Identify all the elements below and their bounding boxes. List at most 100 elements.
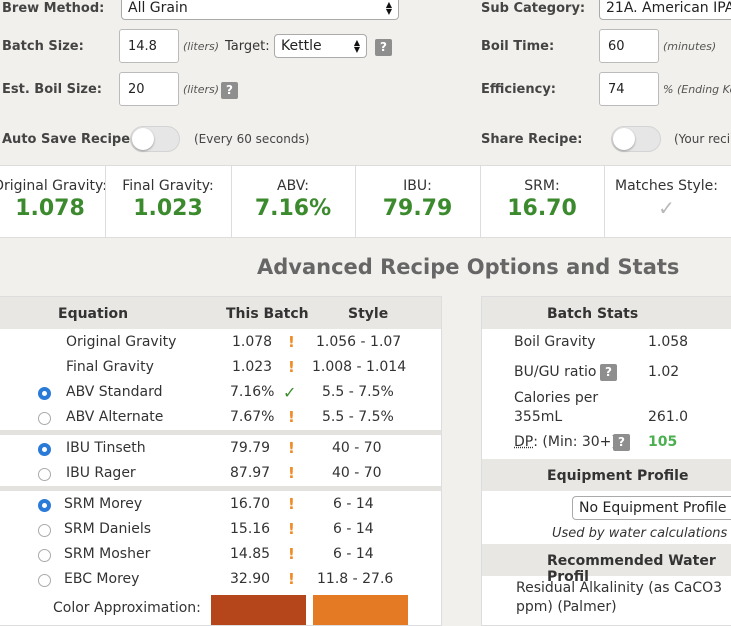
stat-ibu: IBU: 79.79: [355, 166, 480, 237]
eq-name: Final Gravity: [66, 359, 154, 375]
warning-icon: !: [288, 545, 295, 563]
auto-save-label: Auto Save Recipe:: [2, 132, 136, 147]
abv-standard-radio[interactable]: [38, 387, 51, 400]
stat-srm: SRM: 16.70: [480, 166, 604, 237]
batch-size-input[interactable]: 14.8: [119, 29, 179, 63]
eq-value: 1.023: [232, 359, 273, 375]
stat-value: 1.023: [133, 196, 203, 221]
equipment-select[interactable]: No Equipment Profile S: [572, 496, 731, 520]
sub-category-value: 21A. American IPA: [606, 0, 731, 16]
ibu-rager-radio[interactable]: [38, 468, 51, 481]
stat-label: Original Gravity:: [0, 178, 108, 194]
eq-name: EBC Morey: [64, 571, 140, 587]
stat-label: Final Gravity:: [122, 178, 214, 194]
stat-value: 1.078: [15, 196, 85, 221]
est-boil-unit: (liters): [183, 83, 220, 96]
bugu-help-icon[interactable]: ?: [600, 364, 617, 381]
eq-value: 14.85: [230, 546, 271, 562]
equation-panel: Equation This Batch Style Original Gravi…: [0, 296, 442, 626]
auto-save-toggle[interactable]: [130, 126, 180, 152]
warning-icon: !: [288, 464, 295, 482]
warning-icon: !: [288, 358, 295, 376]
eq-style: 6 - 14: [333, 546, 374, 562]
warning-icon: !: [288, 408, 295, 426]
sub-category-select[interactable]: 21A. American IPA: [599, 0, 731, 20]
residual-alkalinity-line1: Residual Alkalinity (as CaCO3: [516, 580, 723, 596]
share-toggle[interactable]: [611, 126, 661, 152]
batch-stats-title: Batch Stats: [547, 306, 639, 322]
dp-label-rest: : (Min: 30+): [533, 434, 617, 450]
boil-time-unit: (minutes): [663, 40, 717, 53]
eq-name: Original Gravity: [66, 334, 177, 350]
col-this-batch: This Batch: [226, 306, 309, 322]
check-icon: ✓: [658, 196, 675, 220]
water-header: Recommended Water Profil: [482, 544, 731, 585]
eq-name: SRM Mosher: [64, 546, 151, 562]
equation-table-header: Equation This Batch Style: [0, 297, 441, 329]
eq-name: SRM Daniels: [64, 521, 152, 537]
boil-time-input[interactable]: 60: [599, 29, 659, 63]
brew-method-value: All Grain: [128, 0, 188, 16]
check-icon: ✓: [283, 383, 297, 402]
stat-final-gravity: Final Gravity: 1.023: [105, 166, 231, 237]
srm-morey-radio[interactable]: [38, 499, 51, 512]
warning-icon: !: [288, 439, 295, 457]
target-help-icon[interactable]: ?: [375, 39, 392, 56]
warning-icon: !: [288, 520, 295, 538]
share-note: (Your recip: [674, 132, 731, 146]
eq-value: 32.90: [230, 571, 271, 587]
eq-style: 5.5 - 7.5%: [322, 409, 394, 425]
dp-value: 105: [648, 434, 678, 450]
ebc-morey-radio[interactable]: [38, 574, 51, 587]
brew-method-select[interactable]: All Grain ▲ ▼: [121, 0, 399, 20]
sub-category-label: Sub Category:: [481, 1, 586, 16]
stat-label: Matches Style:: [615, 178, 718, 194]
boil-gravity-label: Boil Gravity: [514, 334, 596, 350]
stat-value: 16.70: [507, 196, 577, 221]
auto-save-note: (Every 60 seconds): [194, 132, 310, 146]
equipment-select-value: No Equipment Profile S: [579, 500, 731, 516]
dp-help-icon[interactable]: ?: [613, 434, 630, 451]
eq-style: 5.5 - 7.5%: [322, 384, 394, 400]
target-label: Target:: [225, 39, 270, 54]
eq-style: 11.8 - 27.6: [317, 571, 394, 587]
batch-stats-header: Batch Stats: [482, 297, 731, 329]
target-value: Kettle: [281, 38, 322, 54]
style-color-swatch: [313, 595, 408, 625]
share-label: Share Recipe:: [481, 132, 583, 147]
est-boil-input[interactable]: 20: [119, 72, 179, 106]
eq-style: 1.056 - 1.07: [316, 334, 402, 350]
efficiency-unit: % (Ending Ke: [663, 83, 731, 96]
batch-size-label: Batch Size:: [2, 39, 84, 54]
equipment-title: Equipment Profile: [547, 468, 689, 484]
est-boil-label: Est. Boil Size:: [2, 82, 102, 97]
brew-method-label: Brew Method:: [2, 1, 105, 16]
srm-daniels-radio[interactable]: [38, 524, 51, 537]
stats-bar: Original Gravity: 1.078 Final Gravity: 1…: [0, 165, 731, 238]
select-arrows-icon: ▲ ▼: [385, 0, 392, 16]
target-select[interactable]: Kettle ▲ ▼: [274, 34, 367, 58]
efficiency-input[interactable]: 74: [599, 72, 659, 106]
calories-label-line1: Calories per: [514, 390, 599, 406]
eq-style: 6 - 14: [333, 521, 374, 537]
eq-name: IBU Tinseth: [66, 440, 146, 456]
stat-matches-style: Matches Style: ✓: [604, 166, 729, 237]
col-equation: Equation: [58, 306, 129, 322]
calories-label-line2: 355mL: [514, 409, 563, 425]
group-divider: [0, 430, 441, 435]
stat-label: ABV:: [277, 178, 309, 194]
eq-value: 7.16%: [230, 384, 275, 400]
residual-alkalinity-line2: ppm) (Palmer): [516, 599, 617, 615]
color-approx-label: Color Approximation:: [53, 600, 201, 616]
warning-icon: !: [288, 570, 295, 588]
bugu-label: BU/GU ratio: [514, 364, 597, 380]
toggle-knob: [613, 128, 635, 150]
srm-mosher-radio[interactable]: [38, 549, 51, 562]
abv-alternate-radio[interactable]: [38, 412, 51, 425]
est-boil-help-icon[interactable]: ?: [221, 82, 238, 99]
dp-abbr[interactable]: DP: [514, 434, 533, 450]
ibu-tinseth-radio[interactable]: [38, 443, 51, 456]
batch-stats-panel: Batch Stats Boil Gravity 1.058 BU/GU rat…: [481, 296, 731, 626]
equipment-header: Equipment Profile: [482, 459, 731, 491]
advanced-heading: Advanced Recipe Options and Stats: [257, 255, 680, 279]
